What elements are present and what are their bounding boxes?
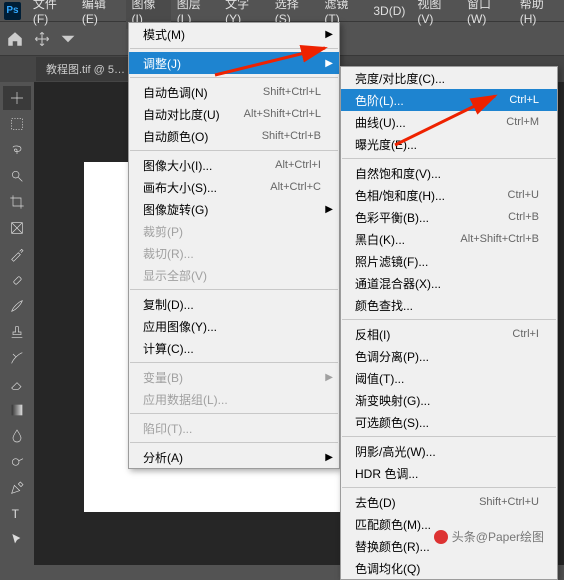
menu-item[interactable]: 渐变映射(G)... [341, 389, 557, 411]
menu-item: 裁剪(P) [129, 220, 339, 242]
marquee-tool[interactable] [3, 112, 31, 136]
menu-item[interactable]: 亮度/对比度(C)... [341, 67, 557, 89]
image-menu: 模式(M)▶ 调整(J)▶ 自动色调(N)Shift+Ctrl+L自动对比度(U)A… [128, 22, 340, 469]
menu-item[interactable]: 应用图像(Y)... [129, 315, 339, 337]
menubar: Ps 文件(F) 编辑(E) 图像(I) 图层(L) 文字(Y) 选择(S) 滤… [0, 0, 564, 22]
menu-edit[interactable]: 编辑(E) [76, 0, 126, 29]
pen-tool[interactable] [3, 476, 31, 500]
menu-item[interactable]: 计算(C)... [129, 337, 339, 359]
menu-item[interactable]: 曲线(U)...Ctrl+M [341, 111, 557, 133]
move-tool[interactable] [3, 86, 31, 110]
gradient-tool[interactable] [3, 398, 31, 422]
menu-item[interactable]: HDR 色调... [341, 462, 557, 484]
menu-item[interactable]: 自然饱和度(V)... [341, 162, 557, 184]
brush-tool[interactable] [3, 294, 31, 318]
menu-item[interactable]: 阴影/高光(W)... [341, 440, 557, 462]
menu-item[interactable]: 画布大小(S)...Alt+Ctrl+C [129, 176, 339, 198]
history-brush-tool[interactable] [3, 346, 31, 370]
menu-file[interactable]: 文件(F) [27, 0, 76, 29]
tools-panel: T [0, 82, 34, 552]
menu-item[interactable]: 自动对比度(U)Alt+Shift+Ctrl+L [129, 103, 339, 125]
menu-help[interactable]: 帮助(H) [514, 0, 564, 29]
watermark-text: 头条@Paper绘图 [452, 528, 544, 545]
frame-tool[interactable] [3, 216, 31, 240]
home-icon[interactable] [6, 30, 24, 48]
lasso-tool[interactable] [3, 138, 31, 162]
menu-item[interactable]: 黑白(K)...Alt+Shift+Ctrl+B [341, 228, 557, 250]
menu-item[interactable]: 可选颜色(S)... [341, 411, 557, 433]
menu-item[interactable]: 分析(A)▶ [129, 446, 339, 468]
heal-tool[interactable] [3, 268, 31, 292]
stamp-tool[interactable] [3, 320, 31, 344]
menu-item[interactable]: 调整(J)▶ [129, 52, 339, 74]
menu-item[interactable]: 色彩平衡(B)...Ctrl+B [341, 206, 557, 228]
path-select-tool[interactable] [3, 528, 31, 552]
eraser-tool[interactable] [3, 372, 31, 396]
watermark-icon [434, 530, 448, 544]
menu-item[interactable]: 自动色调(N)Shift+Ctrl+L [129, 81, 339, 103]
menu-item[interactable]: 反相(I)Ctrl+I [341, 323, 557, 345]
menu-item[interactable]: 曝光度(E)... [341, 133, 557, 155]
dodge-tool[interactable] [3, 450, 31, 474]
menu-3d[interactable]: 3D(D) [367, 1, 411, 21]
menu-item[interactable]: 色调分离(P)... [341, 345, 557, 367]
document-tab[interactable]: 教程图.tif @ 5… [36, 57, 135, 81]
blur-tool[interactable] [3, 424, 31, 448]
eyedropper-tool[interactable] [3, 242, 31, 266]
menu-item: 变量(B)▶ [129, 366, 339, 388]
menu-item[interactable]: 阈值(T)... [341, 367, 557, 389]
menu-view[interactable]: 视图(V) [411, 0, 461, 29]
menu-item[interactable]: 图像旋转(G)▶ [129, 198, 339, 220]
menu-item: 陷印(T)... [129, 417, 339, 439]
svg-text:T: T [12, 507, 20, 521]
dropdown-icon[interactable] [60, 31, 76, 47]
menu-item[interactable]: 通道混合器(X)... [341, 272, 557, 294]
quick-select-tool[interactable] [3, 164, 31, 188]
menu-item: 显示全部(V) [129, 264, 339, 286]
move-icon [34, 31, 50, 47]
type-tool[interactable]: T [3, 502, 31, 526]
menu-item: 裁切(R)... [129, 242, 339, 264]
adjustments-submenu: 亮度/对比度(C)...色阶(L)...Ctrl+L曲线(U)...Ctrl+M… [340, 66, 558, 580]
menu-item: 应用数据组(L)... [129, 388, 339, 410]
crop-tool[interactable] [3, 190, 31, 214]
menu-item[interactable]: 色调均化(Q) [341, 557, 557, 579]
menu-window[interactable]: 窗口(W) [461, 0, 514, 29]
menu-item[interactable]: 自动颜色(O)Shift+Ctrl+B [129, 125, 339, 147]
menu-item[interactable]: 照片滤镜(F)... [341, 250, 557, 272]
watermark: 头条@Paper绘图 [434, 528, 544, 545]
menu-item[interactable]: 颜色查找... [341, 294, 557, 316]
menu-item[interactable]: 色相/饱和度(H)...Ctrl+U [341, 184, 557, 206]
app-logo: Ps [4, 2, 21, 20]
menu-item[interactable]: 去色(D)Shift+Ctrl+U [341, 491, 557, 513]
menu-item[interactable]: 模式(M)▶ [129, 23, 339, 45]
menu-item[interactable]: 复制(D)... [129, 293, 339, 315]
menu-item[interactable]: 色阶(L)...Ctrl+L [341, 89, 557, 111]
menu-item[interactable]: 图像大小(I)...Alt+Ctrl+I [129, 154, 339, 176]
